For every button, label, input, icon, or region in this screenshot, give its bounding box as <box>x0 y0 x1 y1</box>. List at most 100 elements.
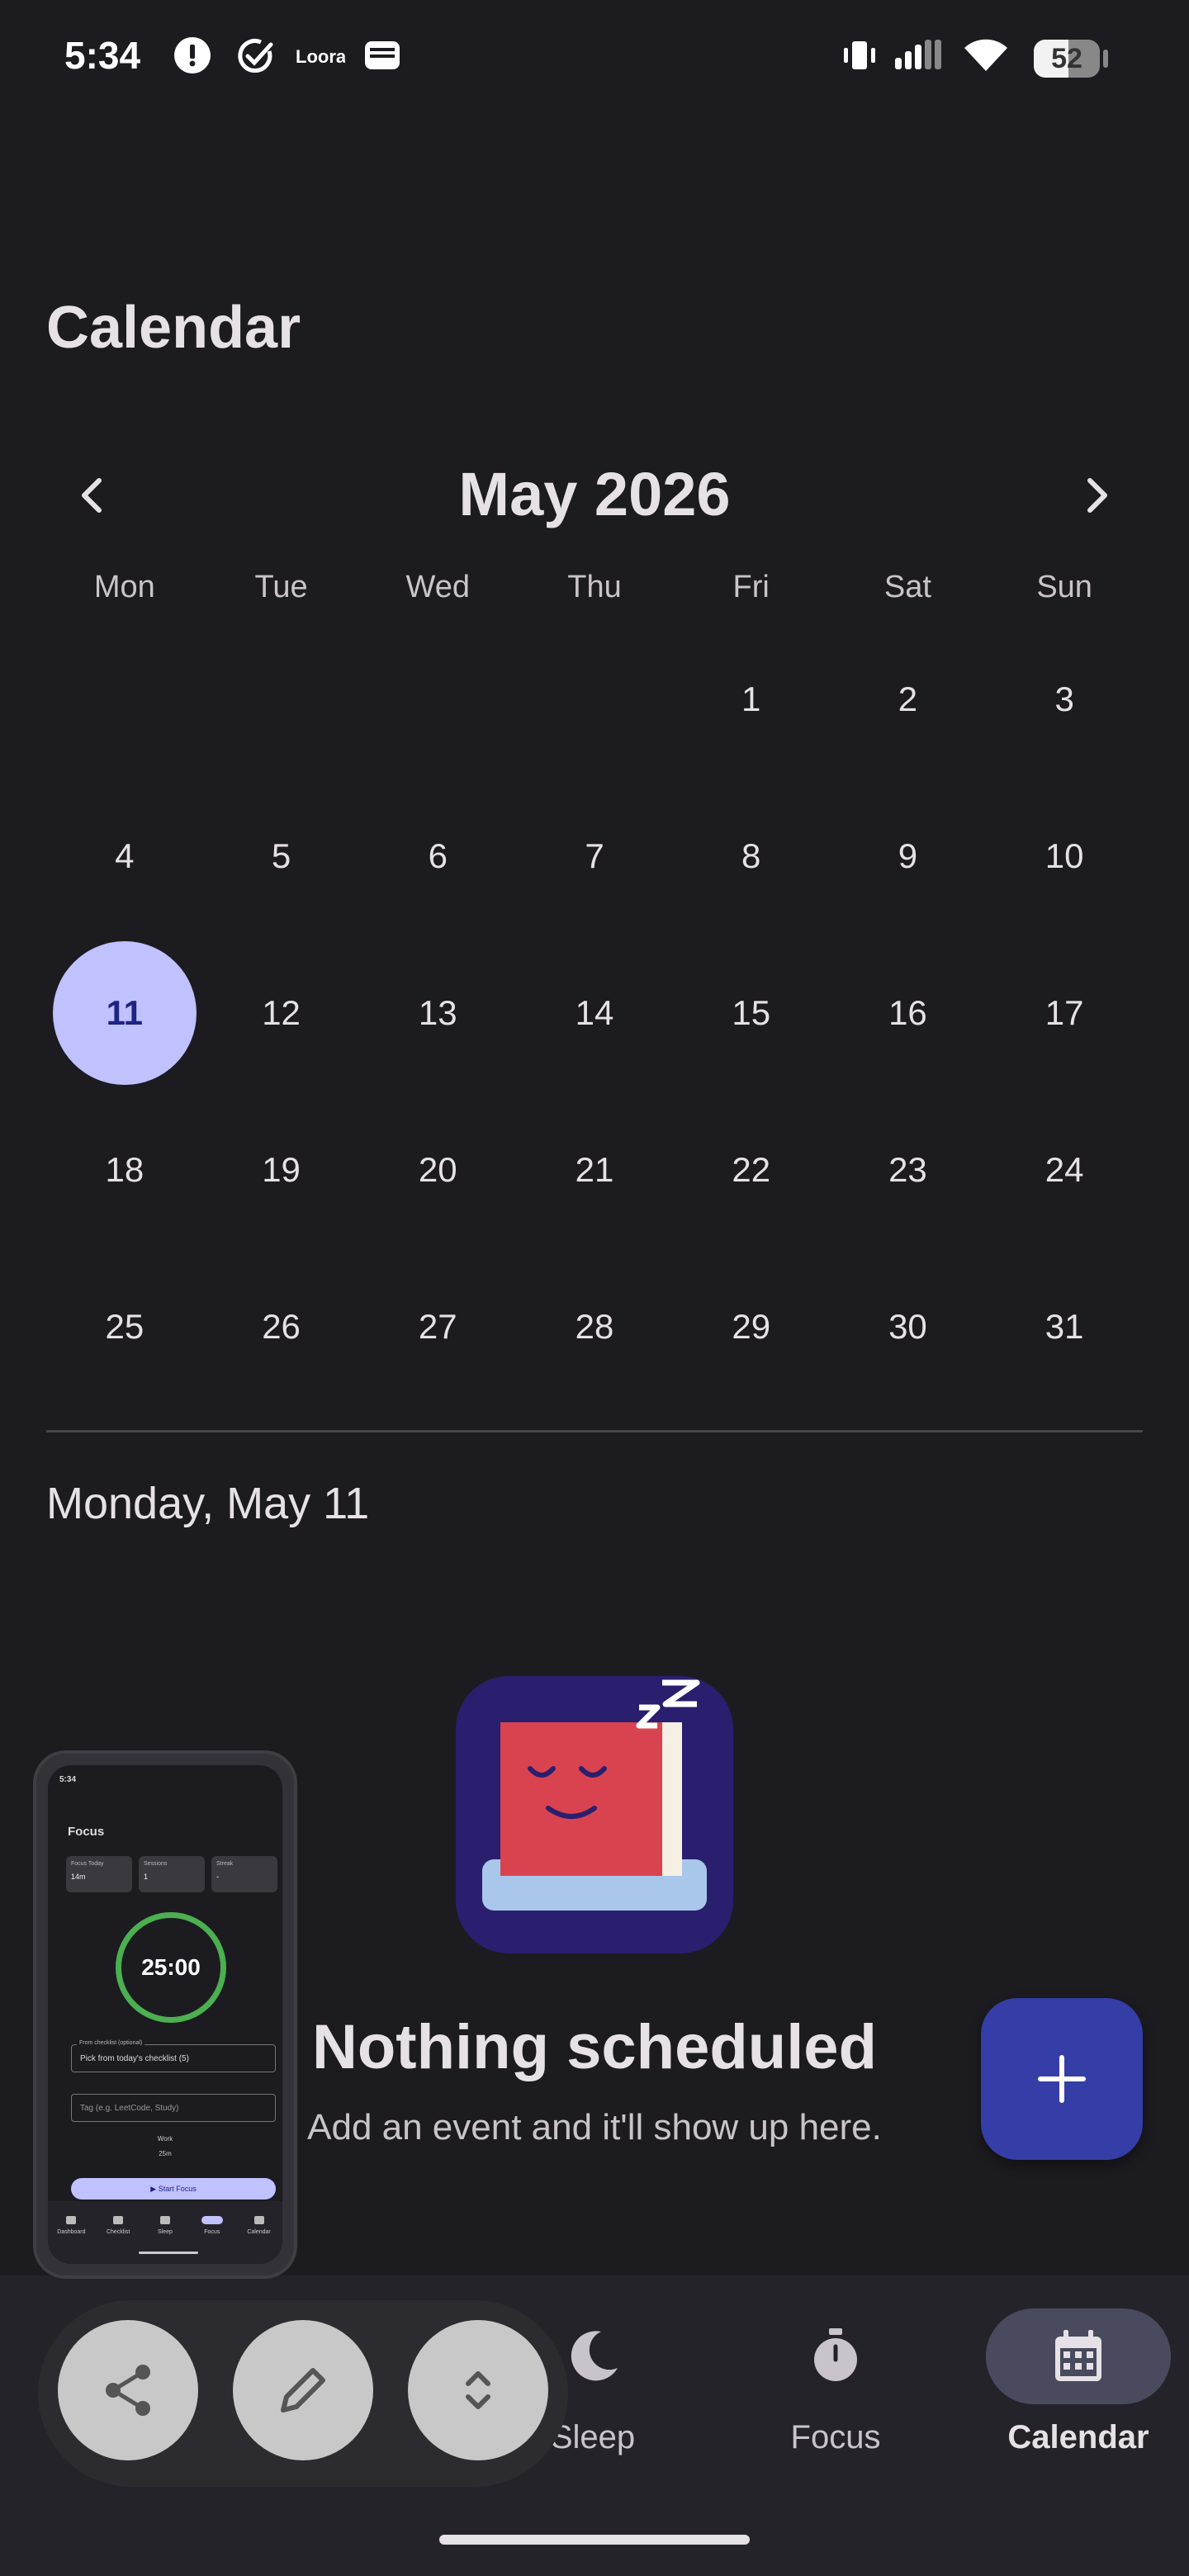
month-label: May 2026 <box>458 460 731 528</box>
empty-day-cell <box>516 621 673 778</box>
screenshot-preview[interactable]: 5:34 Focus Focus Today 14m Sessions 1 St… <box>33 1750 297 2279</box>
sleeping-calendar-illustration <box>456 1676 733 1953</box>
day-cell[interactable]: 27 <box>359 1248 516 1405</box>
edit-button[interactable] <box>233 2320 373 2460</box>
preview-nav-item: Sleep <box>144 2216 186 2235</box>
add-event-button[interactable] <box>981 1998 1143 2160</box>
signal-icon <box>895 40 941 69</box>
day-cell[interactable]: 14 <box>516 935 673 1091</box>
day-cell[interactable]: 4 <box>46 778 203 935</box>
preview-nav-item: Focus <box>192 2216 233 2235</box>
preview-stat-value: - <box>216 1873 219 1881</box>
preview-stat-value: 1 <box>144 1873 149 1881</box>
day-cell[interactable]: 22 <box>673 1091 830 1248</box>
day-cell[interactable]: 11 <box>46 935 203 1091</box>
day-cell[interactable]: 24 <box>986 1091 1143 1248</box>
calendar-icon <box>1055 2330 1101 2381</box>
preview-checklist-value: Pick from today's checklist (5) <box>80 2054 189 2063</box>
wallet-icon <box>365 41 400 69</box>
day-cell[interactable]: 3 <box>986 621 1143 778</box>
screenshot-action-toolbar <box>38 2300 568 2487</box>
weekday-label: Wed <box>405 570 470 604</box>
day-cell[interactable]: 21 <box>516 1091 673 1248</box>
day-cell[interactable]: 16 <box>830 935 987 1091</box>
preview-title: Focus <box>68 1825 105 1839</box>
day-cell[interactable]: 12 <box>203 935 360 1091</box>
share-icon <box>106 2365 150 2416</box>
nav-label-calendar: Calendar <box>1007 2419 1149 2455</box>
empty-day-cell <box>46 621 203 778</box>
day-cell[interactable]: 28 <box>516 1248 673 1405</box>
day-cell[interactable]: 13 <box>359 935 516 1091</box>
nav-label-focus: Focus <box>790 2419 881 2455</box>
weekday-label: Sat <box>883 570 931 604</box>
preview-start-button: ▶ Start Focus <box>71 2178 276 2200</box>
preview-nav-item: Dashboard <box>50 2216 92 2235</box>
nav-pill <box>743 2308 928 2404</box>
day-cell[interactable]: 1 <box>673 621 830 778</box>
plus-icon <box>1038 2055 1086 2103</box>
battery-tip <box>1103 50 1108 68</box>
page-title: Calendar <box>46 295 301 361</box>
preview-time: 5:34 <box>59 1775 77 1784</box>
expand-button[interactable] <box>408 2320 548 2460</box>
day-cell[interactable]: 31 <box>986 1248 1143 1405</box>
stopwatch-icon <box>814 2328 857 2381</box>
preview-timer-ring: 25:00 <box>116 1912 226 2023</box>
preview-stat-card: Streak - <box>211 1856 277 1892</box>
preview-stat-label: Focus Today <box>71 1861 104 1867</box>
status-time: 5:34 <box>64 34 141 77</box>
day-cell[interactable]: 2 <box>830 621 987 778</box>
day-cell[interactable]: 7 <box>516 778 673 935</box>
preview-checklist-select: From checklist (optional) Pick from toda… <box>71 2039 276 2072</box>
edit-icon <box>281 2368 325 2413</box>
day-cell[interactable]: 6 <box>359 778 516 935</box>
day-cell[interactable]: 19 <box>203 1091 360 1248</box>
calendar-grid: 1 2 3 4 5 6 7 8 9 10 11 12 13 14 15 16 17 18 19 20 21 22 23 24 2… <box>46 621 1143 1405</box>
preview-bottom-nav: Dashboard Checklist Sleep Focus Calendar <box>48 2201 282 2264</box>
weekday-label: Thu <box>567 570 622 604</box>
share-button[interactable] <box>58 2320 198 2460</box>
preview-tag-input: Tag (e.g. LeetCode, Study) <box>71 2094 276 2122</box>
nav-item-focus[interactable]: Focus <box>728 2308 943 2456</box>
preview-stat-label: Streak <box>216 1861 234 1867</box>
day-cell[interactable]: 25 <box>46 1248 203 1405</box>
vibrate-icon <box>844 41 875 69</box>
selected-day-heading: Monday, May 11 <box>46 1479 370 1528</box>
loora-wordmark: Loora <box>296 46 345 67</box>
day-cell[interactable]: 30 <box>830 1248 987 1405</box>
preview-nav-item: Calendar <box>239 2216 280 2235</box>
moon-icon <box>571 2331 618 2381</box>
preview-work-label: Work <box>157 2135 173 2143</box>
loora-icon: Loora <box>296 46 345 67</box>
day-cell[interactable]: 26 <box>203 1248 360 1405</box>
day-cell[interactable]: 15 <box>673 935 830 1091</box>
weekday-label: Sun <box>1036 570 1092 604</box>
weekday-label: Fri <box>732 570 770 604</box>
weekday-label: Mon <box>93 570 155 604</box>
preview-work-value: 25m <box>159 2150 172 2157</box>
expand-icon <box>466 2371 490 2409</box>
chevron-right-icon <box>1087 478 1107 513</box>
check-circle-icon <box>238 39 273 73</box>
divider <box>46 1430 1143 1432</box>
nav-pill-active <box>986 2308 1171 2404</box>
home-indicator[interactable] <box>439 2535 750 2545</box>
empty-day-cell <box>359 621 516 778</box>
day-cell[interactable]: 10 <box>986 778 1143 935</box>
screenshot-preview-content: 5:34 Focus Focus Today 14m Sessions 1 St… <box>48 1765 282 2264</box>
day-cell[interactable]: 8 <box>673 778 830 935</box>
day-cell[interactable]: 29 <box>673 1248 830 1405</box>
day-cell[interactable]: 23 <box>830 1091 987 1248</box>
preview-stat-card: Sessions 1 <box>139 1856 205 1892</box>
weekday-label: Tue <box>254 570 308 604</box>
day-cell[interactable]: 5 <box>203 778 360 935</box>
next-month-button[interactable] <box>1063 462 1130 528</box>
nav-item-calendar[interactable]: Calendar <box>971 2308 1186 2456</box>
battery-level: 52 <box>1051 43 1082 74</box>
day-cell[interactable]: 20 <box>359 1091 516 1248</box>
day-cell[interactable]: 9 <box>830 778 987 935</box>
day-cell[interactable]: 17 <box>986 935 1143 1091</box>
status-bar: 5:34 Loora 52 <box>0 0 1189 116</box>
day-cell[interactable]: 18 <box>46 1091 203 1248</box>
